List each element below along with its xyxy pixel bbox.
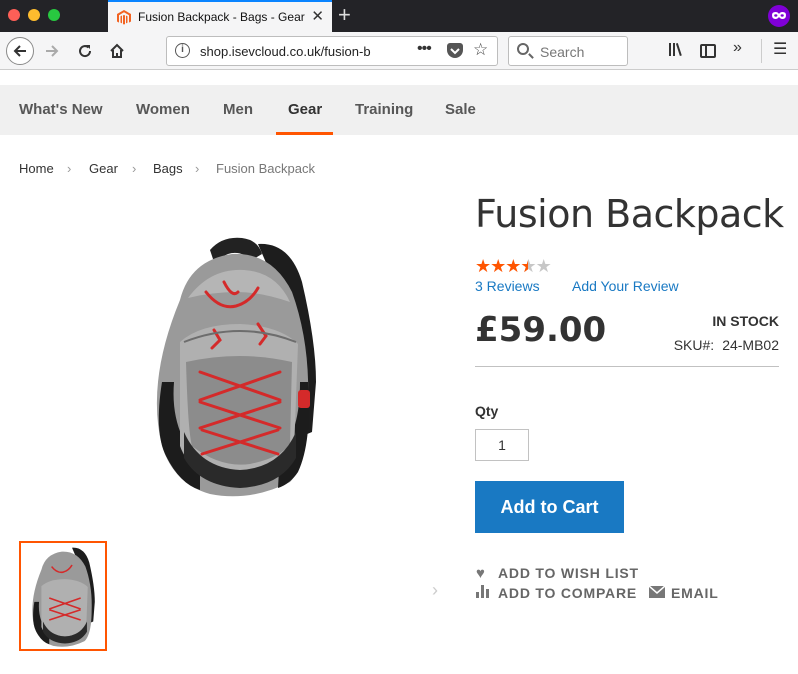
breadcrumb-gear[interactable]: Gear — [89, 161, 118, 176]
breadcrumb-separator-icon: › — [67, 161, 72, 176]
star-half-icon: ★★ — [520, 256, 536, 276]
add-to-cart-button[interactable]: Add to Cart — [475, 481, 624, 533]
pocket-icon[interactable] — [447, 43, 463, 58]
bookmark-star-icon[interactable]: ☆ — [473, 40, 488, 60]
product-main-image[interactable] — [140, 232, 330, 502]
reviews-link[interactable]: 3 Reviews — [475, 278, 540, 294]
product-title: Fusion Backpack — [475, 192, 784, 236]
reload-icon[interactable] — [72, 38, 98, 64]
search-bar[interactable]: Search — [508, 36, 628, 66]
breadcrumb-separator-icon: › — [195, 161, 200, 176]
star-full-icon: ★ — [505, 256, 521, 276]
add-to-wishlist-link[interactable]: ♥ ADD TO WISH LIST — [476, 565, 639, 582]
library-icon[interactable] — [668, 41, 686, 61]
window-minimize-button[interactable] — [28, 9, 40, 21]
star-full-icon: ★ — [475, 256, 491, 276]
tab-close-icon[interactable]: ✕ — [311, 8, 324, 26]
envelope-icon — [648, 585, 667, 602]
email-label: EMAIL — [671, 585, 719, 601]
toolbar-divider — [761, 39, 762, 63]
compare-label: ADD TO COMPARE — [498, 585, 638, 601]
breadcrumb-separator-icon: › — [132, 161, 137, 176]
back-icon[interactable] — [6, 37, 34, 65]
sku-label: SKU#: — [673, 337, 715, 353]
forward-icon[interactable] — [39, 38, 65, 64]
tab-title: Fusion Backpack - Bags - Gear — [138, 10, 305, 24]
qty-input[interactable] — [475, 429, 529, 461]
nav-item-women[interactable]: Women — [136, 101, 190, 118]
rating-stars: ★★★★★★ — [475, 256, 552, 277]
info-icon[interactable]: i — [175, 43, 190, 58]
breadcrumb-home[interactable]: Home — [19, 161, 54, 176]
menu-icon[interactable]: ☰ — [773, 39, 787, 59]
sku-value: 24-MB02 — [722, 337, 779, 353]
window-close-button[interactable] — [8, 9, 20, 21]
product-sku: SKU#: 24-MB02 — [674, 337, 779, 353]
magento-logo-icon — [117, 10, 131, 25]
overflow-icon[interactable]: » — [733, 39, 742, 57]
nav-item-sale[interactable]: Sale — [445, 101, 476, 118]
backpack-image — [156, 237, 316, 497]
browser-toolbar: i shop.isevcloud.co.uk/fusion-b ••• ☆ Se… — [0, 32, 798, 70]
breadcrumb-current: Fusion Backpack — [216, 161, 315, 176]
stock-status: IN STOCK — [712, 313, 779, 329]
sidebar-icon[interactable] — [700, 44, 716, 58]
nav-item-whats-new[interactable]: What's New — [19, 101, 103, 118]
active-nav-indicator — [276, 132, 333, 135]
url-bar[interactable]: i shop.isevcloud.co.uk/fusion-b ••• ☆ — [166, 36, 498, 66]
browser-tab-bar: Fusion Backpack - Bags - Gear ✕ + — [0, 0, 798, 32]
browser-tab[interactable]: Fusion Backpack - Bags - Gear ✕ — [108, 0, 332, 32]
product-price: £59.00 — [475, 310, 607, 350]
home-icon[interactable] — [104, 38, 130, 64]
page-actions-icon[interactable]: ••• — [417, 40, 432, 58]
email-link[interactable]: EMAIL — [648, 585, 719, 602]
add-to-compare-link[interactable]: ADD TO COMPARE — [476, 585, 637, 602]
window-zoom-button[interactable] — [48, 9, 60, 21]
site-navigation: What's New Women Men Gear Training Sale — [0, 85, 798, 135]
product-thumbnail[interactable] — [19, 541, 107, 651]
gallery-next-arrow-icon[interactable]: › — [432, 580, 438, 601]
wishlist-label: ADD TO WISH LIST — [498, 565, 639, 581]
nav-item-gear[interactable]: Gear — [288, 101, 322, 118]
heart-icon: ♥ — [476, 565, 486, 582]
new-tab-icon[interactable]: + — [338, 3, 351, 27]
star-empty-icon: ★ — [535, 256, 552, 276]
nav-item-training[interactable]: Training — [355, 101, 413, 118]
search-placeholder: Search — [540, 44, 585, 60]
star-full-icon: ★ — [490, 256, 506, 276]
add-review-link[interactable]: Add Your Review — [572, 278, 679, 294]
private-browsing-icon[interactable] — [768, 5, 790, 27]
nav-item-men[interactable]: Men — [223, 101, 253, 118]
url-text[interactable]: shop.isevcloud.co.uk/fusion-b — [200, 44, 410, 59]
search-icon — [517, 43, 529, 55]
qty-label: Qty — [475, 403, 499, 419]
divider — [475, 366, 779, 367]
bar-chart-icon — [476, 585, 494, 602]
breadcrumb-bags[interactable]: Bags — [153, 161, 183, 176]
backpack-thumbnail-image — [32, 547, 95, 647]
